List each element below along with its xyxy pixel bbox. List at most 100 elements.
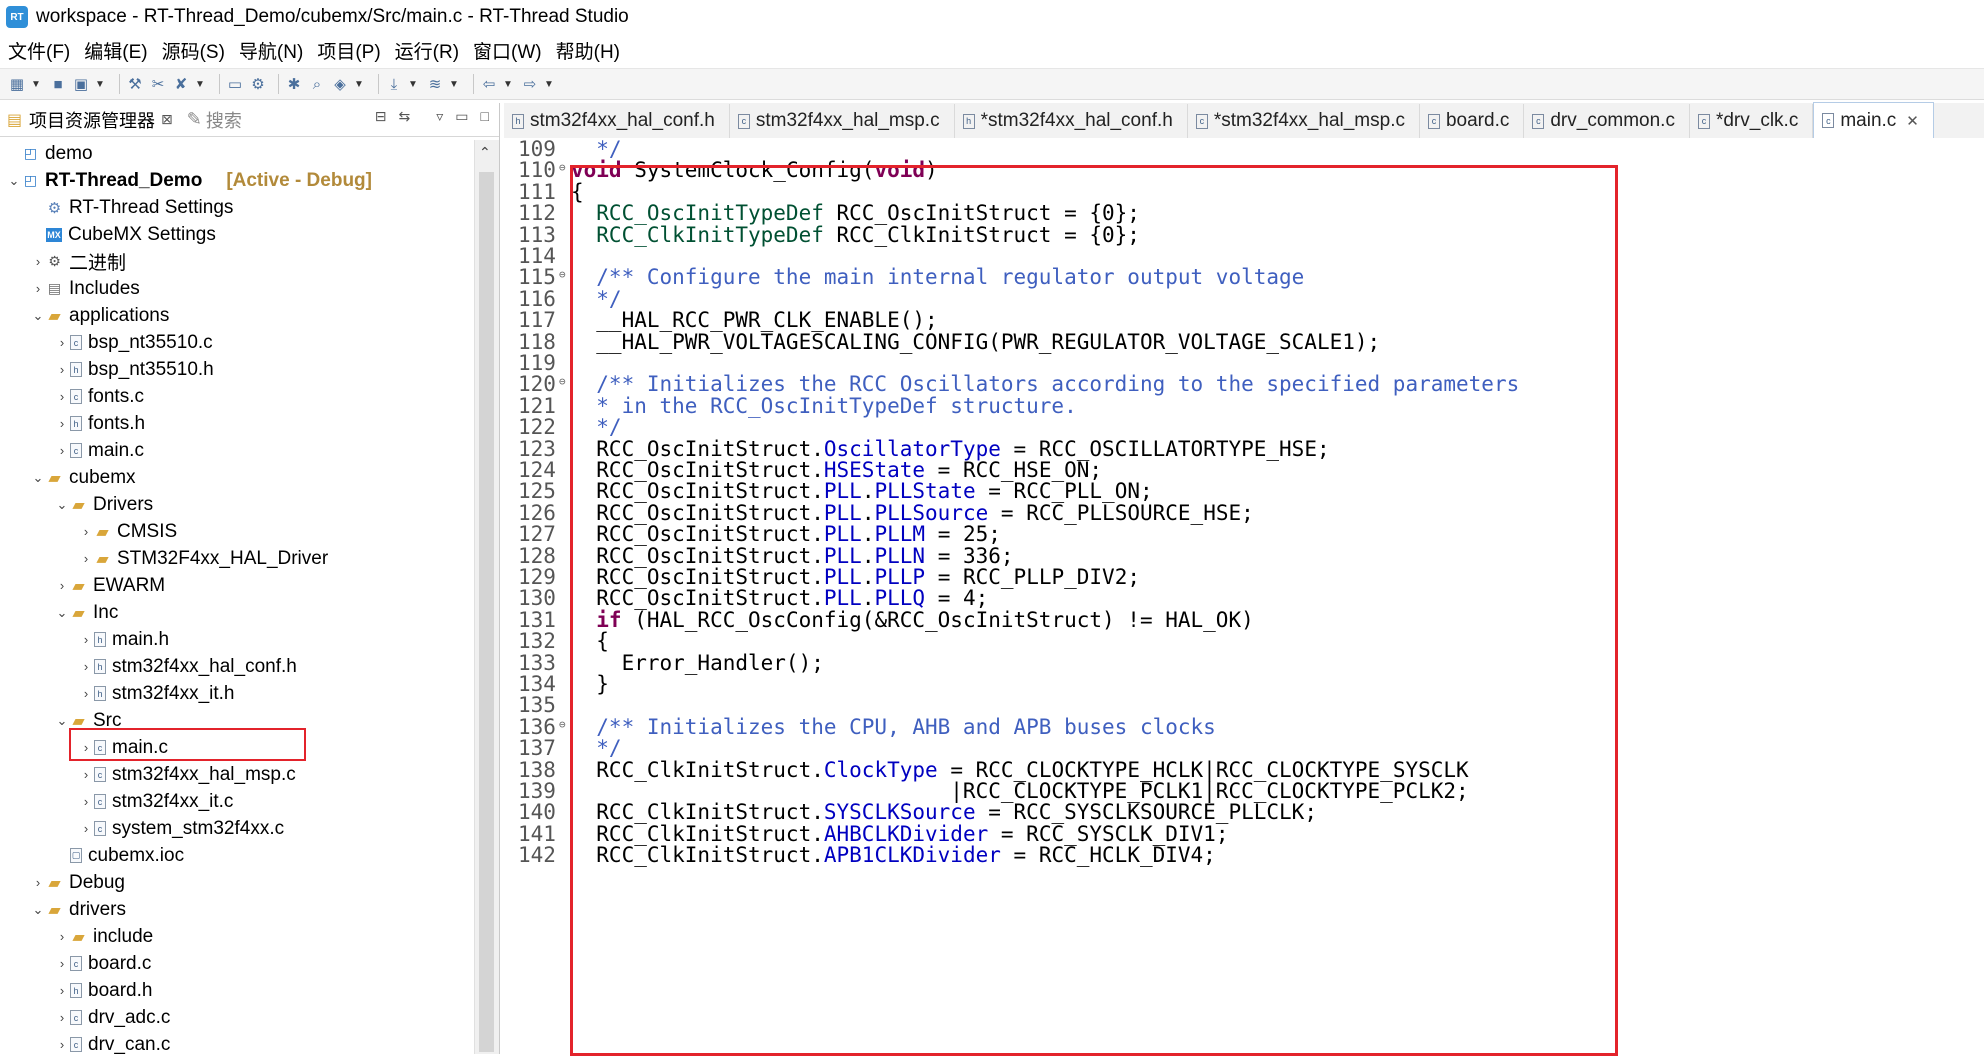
- editor-tab[interactable]: c drv_common.c: [1524, 104, 1690, 138]
- tab-project-explorer[interactable]: ▤ 项目资源管理器 ⊠: [0, 107, 173, 133]
- settings-icon[interactable]: ⚙: [249, 75, 267, 93]
- collapse-arrow-icon[interactable]: ›: [54, 956, 70, 971]
- collapse-all-icon[interactable]: ⊟: [375, 108, 387, 125]
- menu-item[interactable]: 文件(F): [8, 37, 70, 64]
- collapse-arrow-icon[interactable]: ›: [78, 821, 94, 836]
- tree-item[interactable]: › c drv_can.c: [0, 1031, 470, 1055]
- collapse-arrow-icon[interactable]: ›: [54, 443, 70, 458]
- bug-icon[interactable]: ✱: [285, 75, 303, 93]
- editor-tab[interactable]: c main.c ✕: [1813, 102, 1934, 138]
- tree-item[interactable]: › c drv_adc.c: [0, 1004, 470, 1031]
- tree-item[interactable]: › h main.h: [0, 626, 470, 653]
- tree-item[interactable]: › ▰ CMSIS: [0, 518, 470, 545]
- tree-item[interactable]: ◰ demo: [0, 140, 470, 167]
- collapse-arrow-icon[interactable]: ›: [54, 362, 70, 377]
- tree-item[interactable]: › c board.c: [0, 950, 470, 977]
- collapse-arrow-icon[interactable]: ›: [54, 578, 70, 593]
- tree-item[interactable]: › h bsp_nt35510.h: [0, 356, 470, 383]
- layers-icon[interactable]: ◈: [331, 75, 349, 93]
- tree-item[interactable]: ⌄ ▰ drivers: [0, 896, 470, 923]
- collapse-arrow-icon[interactable]: ›: [54, 929, 70, 944]
- collapse-arrow-icon[interactable]: ›: [30, 875, 46, 890]
- collapse-arrow-icon[interactable]: ›: [54, 389, 70, 404]
- close-icon[interactable]: ✕: [1906, 112, 1919, 130]
- collapse-arrow-icon[interactable]: ›: [78, 686, 94, 701]
- editor-tab[interactable]: c *stm32f4xx_hal_msp.c: [1188, 104, 1420, 138]
- maximize-icon[interactable]: □: [481, 108, 489, 125]
- menu-item[interactable]: 导航(N): [239, 37, 303, 64]
- scroll-up-icon[interactable]: ⌃: [479, 144, 491, 161]
- collapse-arrow-icon[interactable]: ›: [30, 254, 46, 269]
- tree-item[interactable]: ⚙ RT-Thread Settings: [0, 194, 470, 221]
- collapse-arrow-icon[interactable]: ›: [78, 632, 94, 647]
- tree-item[interactable]: › ▰ STM32F4xx_HAL_Driver: [0, 545, 470, 572]
- tree-item[interactable]: › h board.h: [0, 977, 470, 1004]
- dropdown-arrow-icon[interactable]: ▼: [31, 79, 41, 90]
- tree-item[interactable]: › ▤ Includes: [0, 275, 470, 302]
- expand-arrow-icon[interactable]: ⌄: [6, 173, 22, 189]
- dropdown-arrow-icon[interactable]: ▼: [354, 79, 364, 90]
- editor-tab[interactable]: c board.c: [1420, 104, 1525, 138]
- new-icon[interactable]: ▦: [8, 75, 26, 93]
- scrollbar-thumb[interactable]: [479, 172, 494, 1052]
- stack-icon[interactable]: ≋: [426, 75, 444, 93]
- forward-icon[interactable]: ⇨: [521, 75, 539, 93]
- tree-item[interactable]: ⌄ ▰ applications: [0, 302, 470, 329]
- tree-item[interactable]: › c bsp_nt35510.c: [0, 329, 470, 356]
- tree-item[interactable]: › h stm32f4xx_it.h: [0, 680, 470, 707]
- dropdown-arrow-icon[interactable]: ▼: [95, 79, 105, 90]
- dropdown-arrow-icon[interactable]: ▼: [195, 79, 205, 90]
- dropdown-arrow-icon[interactable]: ▼: [408, 79, 418, 90]
- menu-item[interactable]: 帮助(H): [556, 37, 620, 64]
- tree-item[interactable]: MX CubeMX Settings: [0, 221, 470, 248]
- collapse-arrow-icon[interactable]: ›: [78, 794, 94, 809]
- tab-search[interactable]: ✎ 搜索: [187, 107, 242, 133]
- collapse-arrow-icon[interactable]: ›: [78, 659, 94, 674]
- expand-arrow-icon[interactable]: ⌄: [30, 470, 46, 486]
- save-icon[interactable]: ■: [49, 75, 67, 93]
- tree-item[interactable]: ⌄ ▰ cubemx: [0, 464, 470, 491]
- dropdown-arrow-icon[interactable]: ▼: [449, 79, 459, 90]
- menu-item[interactable]: 项目(P): [317, 37, 380, 64]
- collapse-arrow-icon[interactable]: ›: [54, 1037, 70, 1052]
- collapse-arrow-icon[interactable]: ›: [78, 551, 94, 566]
- menu-item[interactable]: 运行(R): [395, 37, 459, 64]
- tree-item[interactable]: › ⚙ 二进制: [0, 248, 470, 275]
- tree-item[interactable]: › c stm32f4xx_hal_msp.c: [0, 761, 470, 788]
- close-icon[interactable]: ⊠: [161, 111, 173, 128]
- expand-arrow-icon[interactable]: ⌄: [30, 902, 46, 918]
- expand-arrow-icon[interactable]: ⌄: [54, 497, 70, 513]
- collapse-arrow-icon[interactable]: ›: [30, 281, 46, 296]
- fold-marker-icon[interactable]: ⊖: [559, 368, 566, 395]
- collapse-arrow-icon[interactable]: ›: [78, 767, 94, 782]
- collapse-arrow-icon[interactable]: ›: [54, 1010, 70, 1025]
- tree-item[interactable]: › c fonts.c: [0, 383, 470, 410]
- fold-marker-icon[interactable]: ⊖: [559, 154, 566, 181]
- menu-item[interactable]: 窗口(W): [473, 37, 542, 64]
- dropdown-arrow-icon[interactable]: ▼: [503, 79, 513, 90]
- menu-item[interactable]: 源码(S): [162, 37, 225, 64]
- expand-arrow-icon[interactable]: ⌄: [54, 713, 70, 729]
- tree-item[interactable]: ⌄ ◰ RT-Thread_Demo [Active - Debug]: [0, 167, 470, 194]
- collapse-arrow-icon[interactable]: ›: [54, 335, 70, 350]
- editor-tab[interactable]: c stm32f4xx_hal_msp.c: [730, 104, 955, 138]
- explorer-scrollbar[interactable]: ⌃: [474, 140, 499, 1054]
- tree-item[interactable]: ⌄ ▰ Drivers: [0, 491, 470, 518]
- collapse-arrow-icon[interactable]: ›: [54, 416, 70, 431]
- dropdown-arrow-icon[interactable]: ▼: [544, 79, 554, 90]
- tree-item[interactable]: ▢ cubemx.ioc: [0, 842, 470, 869]
- search-icon[interactable]: ⌕: [308, 75, 326, 93]
- tree-item[interactable]: › ▰ include: [0, 923, 470, 950]
- collapse-arrow-icon[interactable]: ›: [54, 983, 70, 998]
- menu-item[interactable]: 编辑(E): [84, 37, 147, 64]
- link-editor-icon[interactable]: ⇆: [399, 108, 411, 125]
- terminal-icon[interactable]: ▭: [226, 75, 244, 93]
- collapse-arrow-icon[interactable]: ›: [78, 524, 94, 539]
- tree-item[interactable]: › ▰ Debug: [0, 869, 470, 896]
- fold-marker-icon[interactable]: ⊖: [559, 261, 566, 288]
- view-menu-icon[interactable]: ▿: [436, 108, 443, 125]
- editor-tab[interactable]: h stm32f4xx_hal_conf.h: [504, 104, 730, 138]
- tree-item[interactable]: › ▰ EWARM: [0, 572, 470, 599]
- fold-marker-icon[interactable]: ⊖: [559, 711, 566, 738]
- minimize-icon[interactable]: ▭: [455, 108, 468, 125]
